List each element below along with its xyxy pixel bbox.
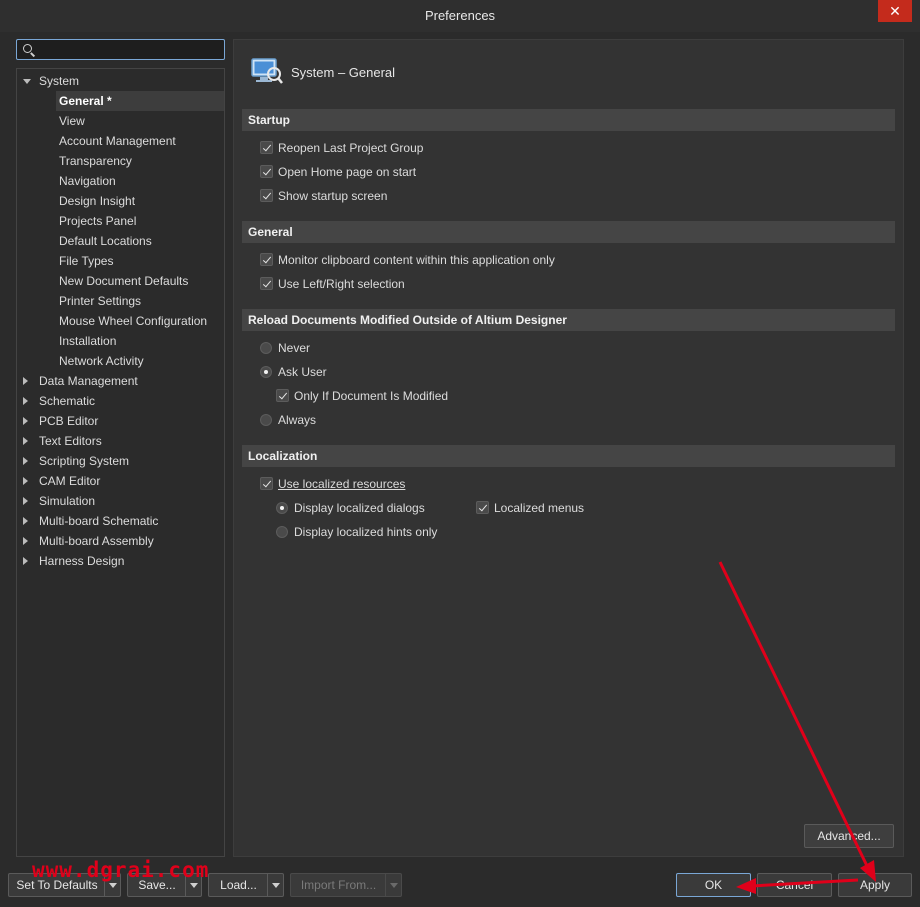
ok-button[interactable]: OK (676, 873, 751, 897)
section-startup: Startup (242, 109, 895, 131)
tree-item-projects-panel[interactable]: Projects Panel (56, 211, 224, 231)
chevron-right-icon[interactable] (23, 557, 28, 565)
watermark: www.dgrai.com (32, 858, 210, 882)
tree-item-mouse-wheel-configuration[interactable]: Mouse Wheel Configuration (56, 311, 224, 331)
content-panel: System – General Startup Reopen Last Pro… (233, 39, 904, 857)
tree-item-multi-board-schematic[interactable]: Multi-board Schematic (17, 511, 224, 531)
title-bar: Preferences ✕ (0, 0, 920, 32)
chevron-right-icon[interactable] (23, 437, 28, 445)
tree-item-harness-design[interactable]: Harness Design (17, 551, 224, 571)
close-button[interactable]: ✕ (878, 0, 912, 22)
tree-item-navigation[interactable]: Navigation (56, 171, 224, 191)
cancel-button[interactable]: Cancel (757, 873, 832, 897)
tree-item-network-activity[interactable]: Network Activity (56, 351, 224, 371)
tree-item-multi-board-assembly[interactable]: Multi-board Assembly (17, 531, 224, 551)
search-input[interactable] (39, 42, 219, 57)
section-general: General (242, 221, 895, 243)
chevron-right-icon[interactable] (23, 377, 28, 385)
chevron-down-icon[interactable] (267, 874, 283, 896)
chevron-down-icon[interactable] (23, 79, 31, 84)
tree-item-cam-editor[interactable]: CAM Editor (17, 471, 224, 491)
preferences-tree: System General * View Account Management… (16, 68, 225, 857)
tree-item-general[interactable]: General * (56, 91, 224, 111)
chevron-right-icon[interactable] (23, 537, 28, 545)
search-icon (23, 44, 32, 53)
tree-item-simulation[interactable]: Simulation (17, 491, 224, 511)
load-button[interactable]: Load... (208, 873, 284, 897)
tree-item-scripting-system[interactable]: Scripting System (17, 451, 224, 471)
chevron-down-icon (385, 874, 401, 896)
page-title: System – General (291, 65, 396, 80)
tree-item-system[interactable]: System (17, 71, 224, 91)
chevron-right-icon[interactable] (23, 477, 28, 485)
window-title: Preferences (424, 8, 496, 23)
tree-item-default-locations[interactable]: Default Locations (56, 231, 224, 251)
section-localization: Localization (242, 445, 895, 467)
chevron-right-icon[interactable] (23, 497, 28, 505)
advanced-button[interactable]: Advanced... (804, 824, 894, 848)
tree-item-transparency[interactable]: Transparency (56, 151, 224, 171)
tree-item-new-document-defaults[interactable]: New Document Defaults (56, 271, 224, 291)
tree-item-installation[interactable]: Installation (56, 331, 224, 351)
tree-item-pcb-editor[interactable]: PCB Editor (17, 411, 224, 431)
section-reload-documents: Reload Documents Modified Outside of Alt… (242, 309, 895, 331)
tree-item-design-insight[interactable]: Design Insight (56, 191, 224, 211)
chevron-right-icon[interactable] (23, 457, 28, 465)
tree-item-data-management[interactable]: Data Management (17, 371, 224, 391)
import-from-button[interactable]: Import From... (290, 873, 402, 897)
tree-item-file-types[interactable]: File Types (56, 251, 224, 271)
tree-item-account-management[interactable]: Account Management (56, 131, 224, 151)
apply-button[interactable]: Apply (838, 873, 912, 897)
tree-item-printer-settings[interactable]: Printer Settings (56, 291, 224, 311)
chevron-right-icon[interactable] (23, 397, 28, 405)
chevron-right-icon[interactable] (23, 517, 28, 525)
system-general-icon (251, 58, 283, 84)
tree-item-text-editors[interactable]: Text Editors (17, 431, 224, 451)
chevron-right-icon[interactable] (23, 417, 28, 425)
tree-item-schematic[interactable]: Schematic (17, 391, 224, 411)
tree-item-view[interactable]: View (56, 111, 224, 131)
search-box[interactable] (16, 39, 225, 60)
